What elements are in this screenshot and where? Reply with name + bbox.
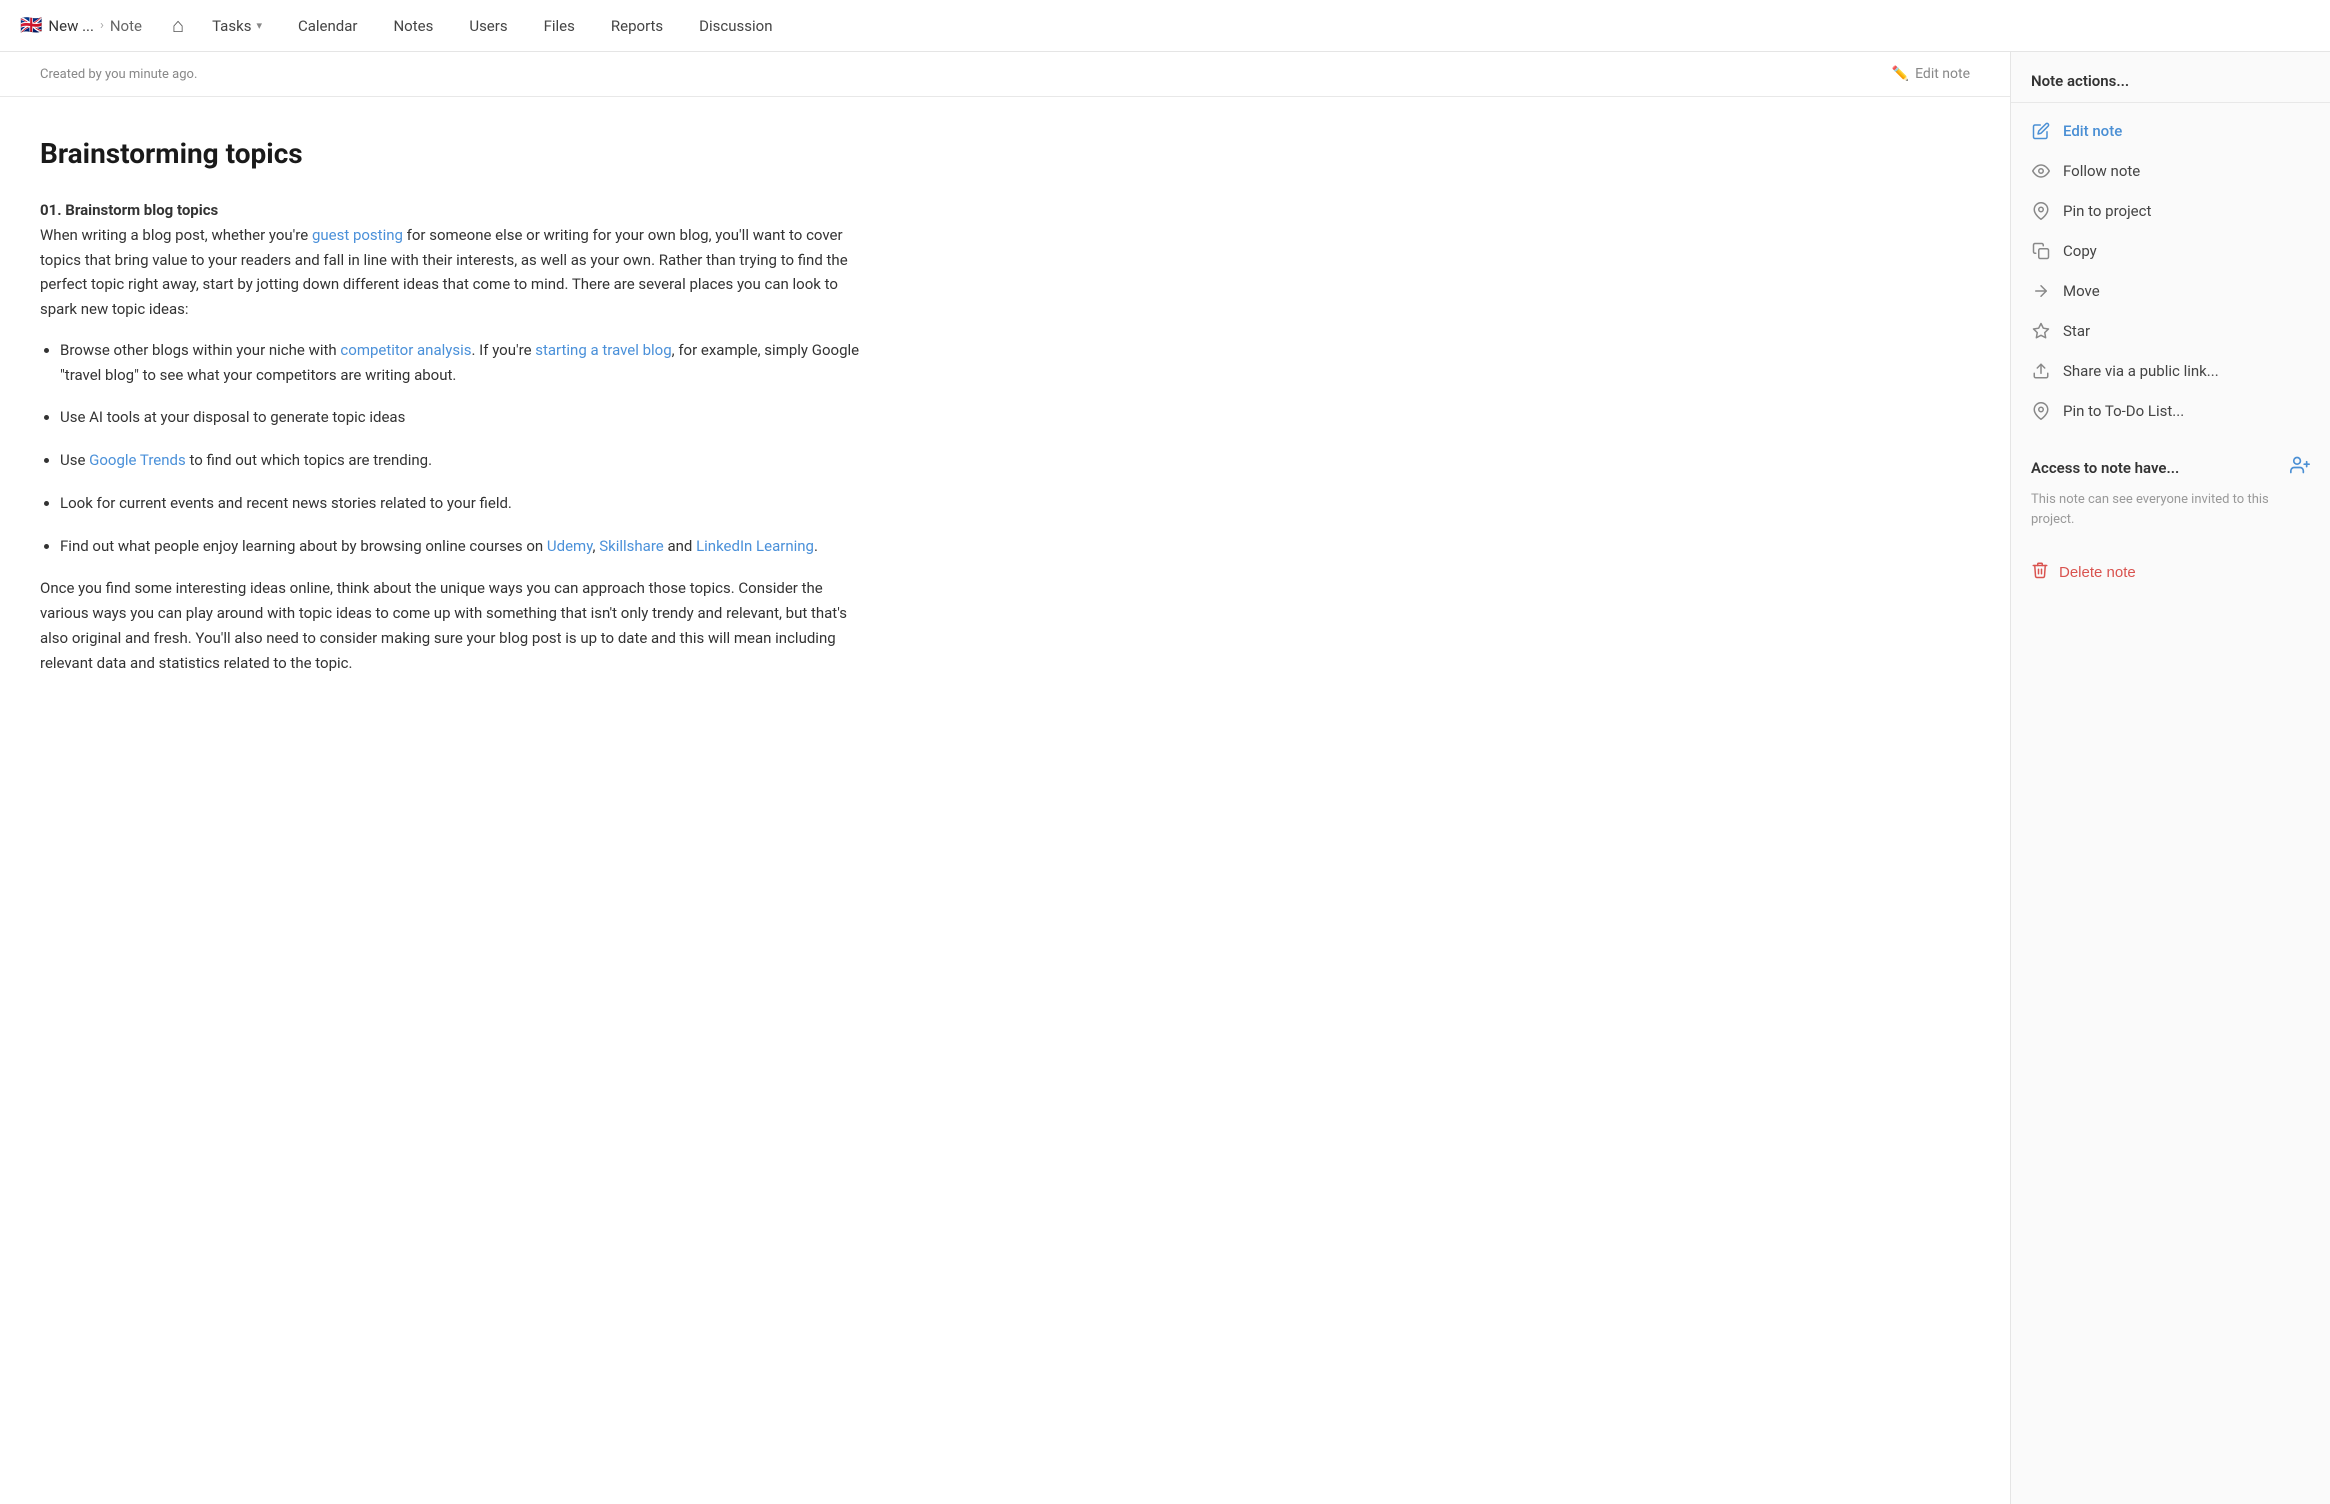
- share-icon: [2031, 361, 2051, 381]
- nav-item-calendar[interactable]: Calendar: [280, 0, 376, 52]
- sidebar-divider: [2011, 102, 2330, 103]
- sidebar-edit-note[interactable]: Edit note: [2011, 111, 2330, 151]
- pin-todo-label: Pin to To-Do List...: [2063, 402, 2184, 420]
- project-name[interactable]: New ...: [48, 17, 94, 35]
- sidebar-copy[interactable]: Copy: [2011, 231, 2330, 271]
- sidebar-share[interactable]: Share via a public link...: [2011, 351, 2330, 391]
- delete-note-button[interactable]: Delete note: [2031, 561, 2136, 584]
- nav-item-reports[interactable]: Reports: [593, 0, 681, 52]
- intro-paragraph: 01. Brainstorm blog topics When writing …: [40, 198, 860, 322]
- share-label: Share via a public link...: [2063, 362, 2219, 380]
- note-title: Brainstorming topics: [40, 137, 860, 170]
- closing-paragraph: Once you find some interesting ideas onl…: [40, 576, 860, 675]
- note-body: 01. Brainstorm blog topics When writing …: [40, 198, 860, 675]
- access-title: Access to note have...: [2031, 459, 2179, 477]
- sidebar: Note actions... Edit note Follow note: [2010, 52, 2330, 1504]
- sidebar-pin-todo[interactable]: Pin to To-Do List...: [2011, 391, 2330, 431]
- note-content: Brainstorming topics 01. Brainstorm blog…: [0, 97, 900, 751]
- created-info: Created by you minute ago.: [40, 67, 197, 82]
- star-label: Star: [2063, 322, 2090, 340]
- follow-note-label: Follow note: [2063, 162, 2140, 180]
- nav-item-notes[interactable]: Notes: [375, 0, 451, 52]
- sidebar-pin-project[interactable]: Pin to project: [2011, 191, 2330, 231]
- sidebar-follow-note[interactable]: Follow note: [2011, 151, 2330, 191]
- breadcrumb: 🇬🇧 New ... › Note: [20, 15, 142, 36]
- access-header: Access to note have...: [2031, 455, 2310, 480]
- access-description: This note can see everyone invited to th…: [2031, 490, 2310, 529]
- todo-pin-icon: [2031, 401, 2051, 421]
- trash-icon: [2031, 561, 2049, 584]
- list-item: Find out what people enjoy learning abou…: [60, 534, 860, 559]
- bullet-list: Browse other blogs within your niche wit…: [60, 338, 860, 559]
- nav-item-discussion[interactable]: Discussion: [681, 0, 790, 52]
- copy-icon: [2031, 241, 2051, 261]
- move-icon: [2031, 281, 2051, 301]
- guest-posting-link[interactable]: guest posting: [312, 226, 403, 244]
- sub-header: Created by you minute ago. ✏️ Edit note: [0, 52, 2010, 97]
- nav-item-files[interactable]: Files: [526, 0, 593, 52]
- home-icon[interactable]: ⌂: [172, 13, 184, 38]
- linkedin-learning-link[interactable]: LinkedIn Learning: [696, 537, 814, 555]
- travel-blog-link[interactable]: starting a travel blog: [535, 341, 671, 359]
- main-layout: Created by you minute ago. ✏️ Edit note …: [0, 52, 2330, 1504]
- skillshare-link[interactable]: Skillshare: [599, 537, 664, 555]
- content-area: Created by you minute ago. ✏️ Edit note …: [0, 52, 2010, 1504]
- move-label: Move: [2063, 282, 2100, 300]
- eye-icon: [2031, 161, 2051, 181]
- star-icon: [2031, 321, 2051, 341]
- udemy-link[interactable]: Udemy: [547, 537, 593, 555]
- list-item: Use AI tools at your disposal to generat…: [60, 405, 860, 430]
- current-page: Note: [110, 17, 142, 35]
- competitor-analysis-link[interactable]: competitor analysis: [340, 341, 471, 359]
- intro-text: When writing a blog post, whether you're: [40, 226, 312, 244]
- edit-icon: [2031, 121, 2051, 141]
- nav-item-tasks[interactable]: Tasks ▾: [194, 0, 280, 52]
- breadcrumb-separator: ›: [100, 18, 104, 33]
- edit-note-header-link[interactable]: ✏️ Edit note: [1892, 66, 1970, 82]
- chevron-down-icon: ▾: [256, 19, 262, 32]
- edit-note-label: Edit note: [2063, 122, 2122, 140]
- google-trends-link[interactable]: Google Trends: [89, 451, 186, 469]
- list-item: Browse other blogs within your niche wit…: [60, 338, 860, 388]
- add-user-icon[interactable]: [2290, 455, 2310, 480]
- list-item: Use Google Trends to find out which topi…: [60, 448, 860, 473]
- pin-project-icon: [2031, 201, 2051, 221]
- sidebar-star[interactable]: Star: [2011, 311, 2330, 351]
- flag-icon: 🇬🇧: [20, 15, 42, 36]
- sidebar-move[interactable]: Move: [2011, 271, 2330, 311]
- nav-item-users[interactable]: Users: [451, 0, 525, 52]
- pencil-icon: ✏️: [1892, 66, 1909, 82]
- intro-heading: 01. Brainstorm blog topics: [40, 201, 218, 219]
- delete-section: Delete note: [2011, 549, 2330, 596]
- access-section: Access to note have... This note can see…: [2011, 439, 2330, 545]
- delete-note-label: Delete note: [2059, 564, 2136, 581]
- top-navigation: 🇬🇧 New ... › Note ⌂ Tasks ▾ Calendar Not…: [0, 0, 2330, 52]
- actions-section-title: Note actions...: [2011, 72, 2330, 102]
- list-item: Look for current events and recent news …: [60, 491, 860, 516]
- nav-items: Tasks ▾ Calendar Notes Users Files Repor…: [194, 0, 2310, 52]
- pin-project-label: Pin to project: [2063, 202, 2151, 220]
- copy-label: Copy: [2063, 242, 2097, 260]
